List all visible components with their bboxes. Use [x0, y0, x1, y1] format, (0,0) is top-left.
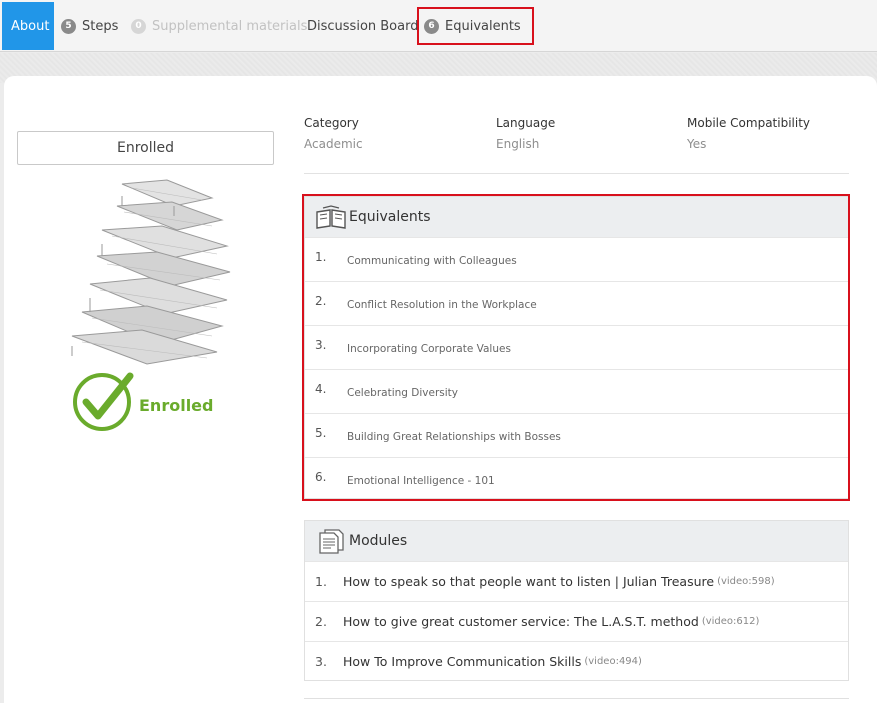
enrolled-status-label: Enrolled [139, 396, 214, 415]
books-stack-image [71, 179, 231, 365]
module-title[interactable]: How To Improve Communication Skills [343, 654, 581, 669]
divider [304, 698, 849, 699]
equivalents-highlight-box [302, 194, 850, 501]
divider [304, 173, 849, 174]
tab-bar: About 5 Steps 0 Supplemental materials D… [0, 0, 877, 52]
tab-label: Supplemental materials [152, 18, 308, 34]
module-row[interactable]: 2. How to give great customer service: T… [305, 601, 848, 641]
module-video-tag: (video:494) [584, 656, 642, 667]
item-number: 1. [315, 574, 327, 589]
item-number: 3. [315, 654, 327, 669]
enrolled-button[interactable]: Enrolled [17, 131, 274, 165]
enrolled-button-label: Enrolled [116, 140, 174, 156]
meta-mobile-compatibility: Mobile Compatibility Yes [687, 116, 810, 151]
module-title[interactable]: How to give great customer service: The … [343, 614, 699, 629]
module-video-tag: (video:612) [701, 616, 760, 627]
tab-supplemental-materials[interactable]: 0 Supplemental materials [131, 2, 307, 50]
meta-key: Category [304, 116, 359, 130]
checkmark-icon [73, 372, 134, 431]
meta-language: Language English [496, 116, 555, 151]
meta-key: Mobile Compatibility [687, 116, 811, 130]
modules-header: Modules [305, 521, 848, 561]
tab-discussion-board[interactable]: Discussion Board [307, 2, 418, 50]
tab-steps[interactable]: 5 Steps [61, 2, 118, 50]
meta-value: Yes [687, 137, 707, 151]
meta-value: Academic [304, 137, 363, 151]
tab-badge: 0 [131, 18, 146, 34]
tab-label: About [11, 18, 50, 34]
module-row[interactable]: 1. How to speak so that people want to l… [305, 561, 848, 601]
modules-title: Modules [349, 533, 408, 549]
meta-category: Category Academic [304, 116, 363, 151]
meta-key: Language [496, 116, 556, 130]
documents-icon [319, 529, 344, 554]
item-number: 2. [315, 614, 327, 629]
module-video-tag: (video:598) [717, 576, 775, 587]
module-row[interactable]: 3. How To Improve Communication Skills (… [305, 641, 848, 681]
module-title[interactable]: How to speak so that people want to list… [343, 574, 714, 589]
tab-highlight-box [417, 7, 534, 45]
modules-panel: Modules 1. How to speak so that people w… [304, 520, 849, 681]
tab-about[interactable]: About [2, 2, 54, 50]
tab-badge: 5 [61, 18, 76, 34]
tab-label: Discussion Board [307, 18, 419, 34]
meta-value: English [496, 137, 540, 151]
tab-label: Steps [82, 18, 119, 34]
